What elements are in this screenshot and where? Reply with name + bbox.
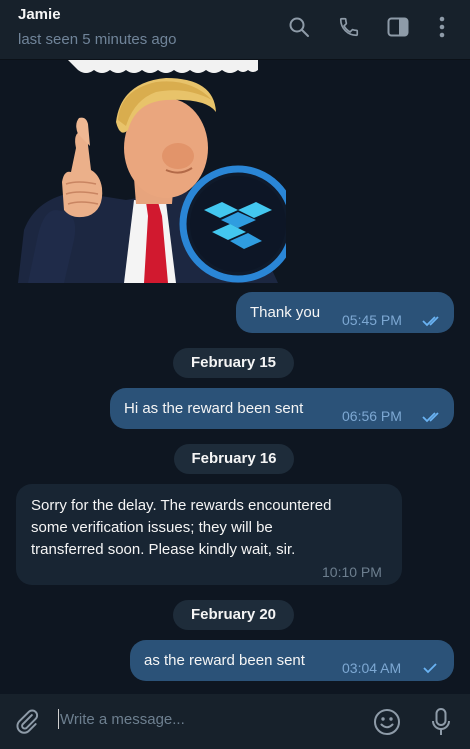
message-list[interactable]: Thank you 05:45 PM February 15 Hi as the… [0,60,470,694]
more-vertical-icon[interactable] [429,14,455,40]
attach-icon[interactable] [14,708,40,739]
message-composer: Write a message... [0,694,470,749]
message-text-line: some verification issues; they will be [31,519,273,536]
contact-status: last seen 5 minutes ago [18,31,177,48]
sticker-image[interactable] [16,60,286,283]
microphone-icon[interactable] [431,707,451,742]
message-incoming[interactable]: Sorry for the delay. The rewards encount… [16,484,402,585]
sidebar-toggle-icon[interactable] [385,14,411,40]
check-icon [422,659,438,680]
message-input[interactable]: Write a message... [60,711,185,728]
message-time: 10:10 PM [322,564,382,580]
message-time: 06:56 PM [342,408,402,424]
double-check-icon [422,312,444,333]
message-text: Hi as the reward been sent [124,400,304,417]
message-text-line: transferred soon. Please kindly wait, si… [31,541,296,558]
message-time: 05:45 PM [342,312,402,328]
message-outgoing[interactable]: Hi as the reward been sent 06:56 PM [110,388,454,429]
text-cursor [58,709,59,729]
emoji-icon[interactable] [373,708,401,741]
date-separator: February 20 [173,600,294,630]
message-outgoing[interactable]: as the reward been sent 03:04 AM [130,640,454,681]
date-separator: February 15 [173,348,294,378]
search-icon[interactable] [286,14,312,40]
message-time: 03:04 AM [342,660,402,676]
message-outgoing[interactable]: Thank you 05:45 PM [236,292,454,333]
contact-name[interactable]: Jamie [18,6,61,23]
date-separator: February 16 [174,444,294,474]
phone-icon[interactable] [336,14,362,40]
chat-header: Jamie last seen 5 minutes ago [0,0,470,60]
message-text: Thank you [250,304,321,321]
double-check-icon [422,408,444,429]
message-text: as the reward been sent [144,652,305,669]
message-text-line: Sorry for the delay. The rewards encount… [31,497,332,514]
